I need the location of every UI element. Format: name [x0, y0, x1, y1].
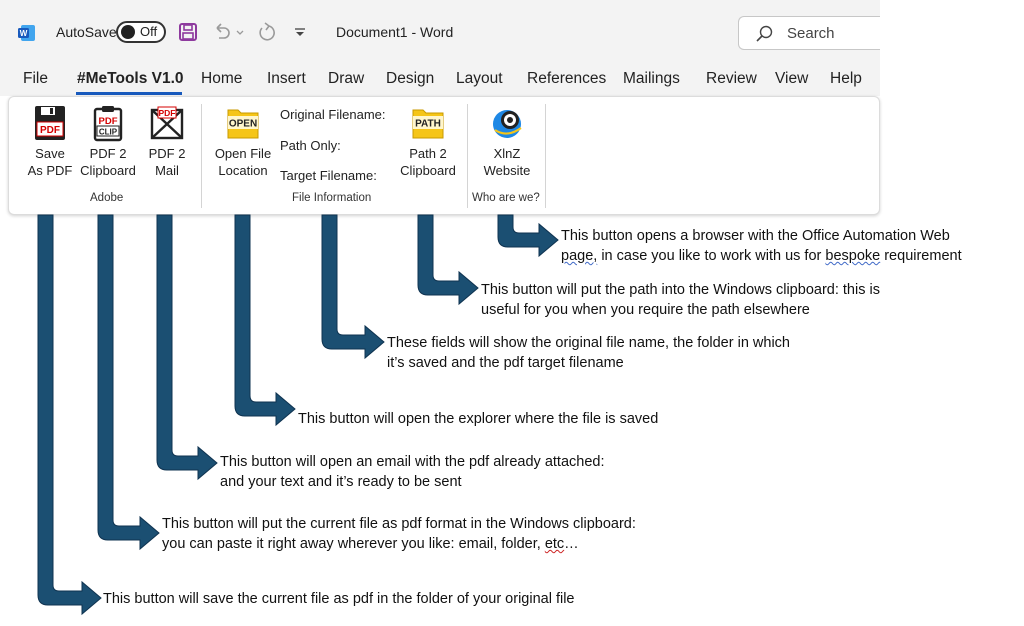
text-segment: in case you like to work with us for [597, 248, 826, 264]
word-etc: etc [544, 536, 565, 552]
callout-clipboard-line2: you can paste it right away wherever you… [162, 534, 636, 554]
callout-fields-line1: These fields will show the original file… [387, 335, 790, 351]
arrow-save-as-pdf [37, 214, 102, 616]
callout-website: This button opens a browser with the Off… [561, 226, 962, 266]
arrow-path-clipboard [417, 214, 479, 306]
callout-save-as-pdf: This button will save the current file a… [103, 589, 575, 609]
callout-website-line1: This button opens a browser with the Off… [561, 228, 950, 244]
callout-path-line2: useful for you when you require the path… [481, 302, 810, 318]
callout-open-line1: This button will open the explorer where… [298, 411, 659, 427]
callout-pdf-mail: This button will open an email with the … [220, 452, 604, 492]
callout-save-line1: This button will save the current file a… [103, 591, 575, 607]
text-segment: requirement [880, 248, 962, 264]
callout-mail-line2: and your text and it’s ready to be sent [220, 474, 462, 490]
callout-mail-line1: This button will open an email with the … [220, 454, 605, 470]
callout-fields: These fields will show the original file… [387, 333, 790, 373]
callout-path-line1: This button will put the path into the W… [481, 282, 880, 298]
callout-pdf-clipboard: This button will put the current file as… [162, 514, 636, 554]
arrow-pdf-mail [156, 214, 218, 481]
arrow-website [497, 214, 559, 258]
text-segment: you can paste it right away wherever you… [162, 536, 545, 552]
arrow-fields [321, 214, 385, 360]
arrow-open-location [234, 214, 296, 427]
callout-path-clipboard: This button will put the path into the W… [481, 280, 880, 320]
word-bespoke: bespoke [825, 248, 881, 264]
callout-open-location: This button will open the explorer where… [298, 409, 658, 429]
callout-clipboard-line1: This button will put the current file as… [162, 516, 636, 532]
arrow-pdf-clipboard [97, 214, 160, 551]
text-segment: … [564, 536, 579, 552]
word-page: page, [561, 248, 598, 264]
callout-website-line2: page, in case you like to work with us f… [561, 246, 962, 266]
callout-fields-line2: it’s saved and the pdf target filename [387, 355, 624, 371]
